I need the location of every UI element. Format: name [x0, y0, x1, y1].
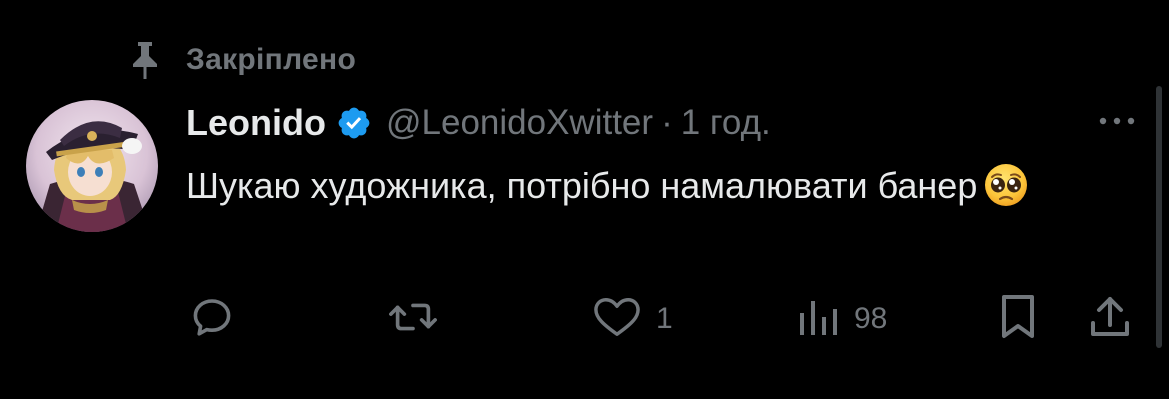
separator-dot: ·	[661, 103, 673, 142]
author-handle[interactable]: @LeonidoXwitter	[386, 103, 653, 143]
reply-button[interactable]	[188, 292, 250, 346]
author-display-name[interactable]: Leonido	[186, 102, 326, 144]
more-horizontal-icon[interactable]	[1094, 108, 1140, 134]
share-button[interactable]	[1088, 292, 1132, 346]
pinned-label: Закріплено	[186, 43, 357, 76]
views-icon	[796, 295, 840, 344]
tweet-timestamp[interactable]: 1 год.	[681, 103, 771, 143]
share-icon	[1088, 293, 1132, 346]
views-button[interactable]: 98	[796, 292, 887, 346]
retweet-button[interactable]	[388, 292, 452, 346]
pinned-indicator: Закріплено	[128, 38, 356, 82]
tweet-text-content: Шукаю художника, потрібно намалювати бан…	[186, 165, 978, 206]
verified-badge-icon[interactable]	[336, 105, 372, 141]
like-button[interactable]: 1	[592, 292, 673, 346]
bookmark-button[interactable]	[998, 292, 1038, 346]
reply-icon	[188, 293, 236, 346]
heart-icon	[592, 294, 642, 345]
scrollbar[interactable]	[1156, 86, 1162, 348]
views-count: 98	[854, 302, 888, 335]
bookmark-icon	[998, 293, 1038, 346]
tweet-text: Шукаю художника, потрібно намалювати бан…	[186, 158, 1116, 214]
pin-icon	[128, 40, 164, 80]
retweet-icon	[388, 293, 438, 346]
pleading-face-emoji	[983, 162, 1029, 208]
tweet-header: Leonido @LeonidoXwitter · 1 год.	[186, 98, 771, 148]
tweet-actions: 1 98	[0, 292, 1169, 346]
like-count: 1	[656, 302, 673, 335]
avatar[interactable]	[26, 100, 158, 232]
